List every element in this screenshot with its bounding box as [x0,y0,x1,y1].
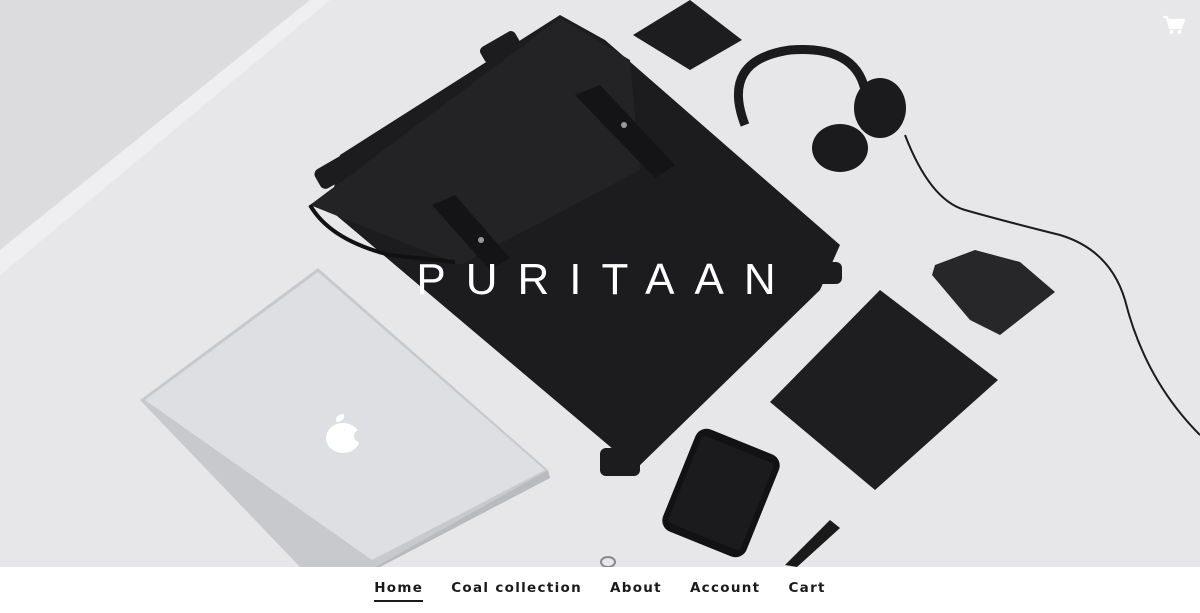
nav-item-coal-collection[interactable]: Coal collection [451,567,582,613]
smartphone [662,428,780,558]
notebook [770,290,998,490]
nav-item-account[interactable]: Account [690,567,761,613]
cart-icon[interactable] [1162,14,1186,36]
key-ring [600,556,616,567]
hero-banner: PURITAAN [0,0,1200,567]
wallet [633,0,742,70]
main-nav: Home Coal collection About Account Cart [0,567,1200,613]
brand-title: PURITAAN [416,255,796,304]
nav-item-cart[interactable]: Cart [788,567,825,613]
pen [785,520,840,567]
nav-item-home[interactable]: Home [374,567,424,613]
nav-item-about[interactable]: About [610,567,662,613]
